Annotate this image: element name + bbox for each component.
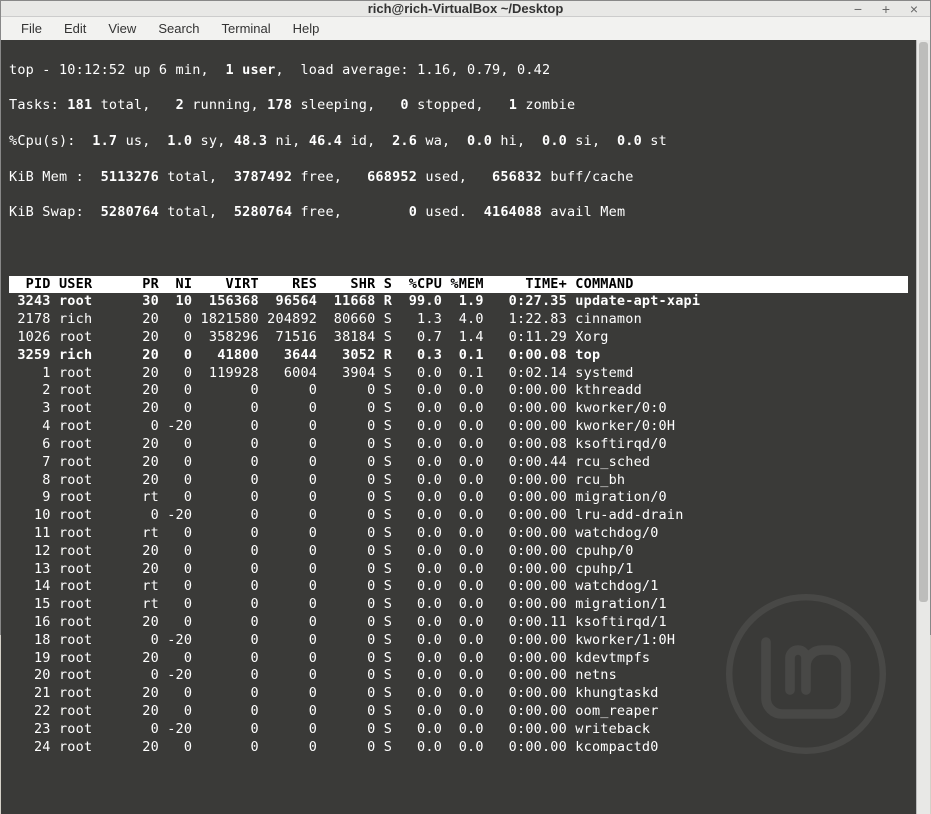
vertical-scrollbar[interactable] — [916, 40, 930, 814]
process-row: 18 root 0 -20 0 0 0 S 0.0 0.0 0:00.00 kw… — [9, 632, 908, 650]
menu-search[interactable]: Search — [148, 17, 209, 40]
close-button[interactable]: × — [904, 0, 924, 19]
top-line-swap: KiB Swap: 5280764 total, 5280764 free, 0… — [9, 204, 908, 222]
process-table-body: 3243 root 30 10 156368 96564 11668 R 99.… — [9, 293, 908, 756]
minimize-button[interactable]: − — [848, 0, 868, 19]
process-row: 7 root 20 0 0 0 0 S 0.0 0.0 0:00.44 rcu_… — [9, 454, 908, 472]
process-table-header: PID USER PR NI VIRT RES SHR S %CPU %MEM … — [9, 276, 908, 294]
process-row: 12 root 20 0 0 0 0 S 0.0 0.0 0:00.00 cpu… — [9, 543, 908, 561]
blank-line — [9, 240, 908, 258]
top-line-tasks: Tasks: 181 total, 2 running, 178 sleepin… — [9, 97, 908, 115]
scrollbar-thumb[interactable] — [919, 42, 928, 602]
process-row: 21 root 20 0 0 0 0 S 0.0 0.0 0:00.00 khu… — [9, 685, 908, 703]
process-row: 1026 root 20 0 358296 71516 38184 S 0.7 … — [9, 329, 908, 347]
window-title: rich@rich-VirtualBox ~/Desktop — [368, 1, 564, 16]
maximize-button[interactable]: + — [876, 0, 896, 19]
process-row: 6 root 20 0 0 0 0 S 0.0 0.0 0:00.08 ksof… — [9, 436, 908, 454]
process-row: 4 root 0 -20 0 0 0 S 0.0 0.0 0:00.00 kwo… — [9, 418, 908, 436]
menu-view[interactable]: View — [98, 17, 146, 40]
terminal-output[interactable]: top - 10:12:52 up 6 min, 1 user, load av… — [1, 40, 916, 814]
process-row: 3259 rich 20 0 41800 3644 3052 R 0.3 0.1… — [9, 347, 908, 365]
process-row: 3243 root 30 10 156368 96564 11668 R 99.… — [9, 293, 908, 311]
process-row: 9 root rt 0 0 0 0 S 0.0 0.0 0:00.00 migr… — [9, 489, 908, 507]
process-row: 1 root 20 0 119928 6004 3904 S 0.0 0.1 0… — [9, 365, 908, 383]
process-row: 11 root rt 0 0 0 0 S 0.0 0.0 0:00.00 wat… — [9, 525, 908, 543]
process-row: 10 root 0 -20 0 0 0 S 0.0 0.0 0:00.00 lr… — [9, 507, 908, 525]
process-row: 23 root 0 -20 0 0 0 S 0.0 0.0 0:00.00 wr… — [9, 721, 908, 739]
terminal-area: top - 10:12:52 up 6 min, 1 user, load av… — [1, 40, 930, 814]
process-row: 16 root 20 0 0 0 0 S 0.0 0.0 0:00.11 kso… — [9, 614, 908, 632]
process-row: 8 root 20 0 0 0 0 S 0.0 0.0 0:00.00 rcu_… — [9, 472, 908, 490]
menu-edit[interactable]: Edit — [54, 17, 96, 40]
menu-terminal[interactable]: Terminal — [212, 17, 281, 40]
process-row: 14 root rt 0 0 0 0 S 0.0 0.0 0:00.00 wat… — [9, 578, 908, 596]
process-row: 2 root 20 0 0 0 0 S 0.0 0.0 0:00.00 kthr… — [9, 382, 908, 400]
terminal-window: rich@rich-VirtualBox ~/Desktop − + × Fil… — [0, 0, 931, 635]
process-row: 3 root 20 0 0 0 0 S 0.0 0.0 0:00.00 kwor… — [9, 400, 908, 418]
process-row: 19 root 20 0 0 0 0 S 0.0 0.0 0:00.00 kde… — [9, 650, 908, 668]
top-line-uptime: top - 10:12:52 up 6 min, 1 user, load av… — [9, 62, 908, 80]
process-row: 20 root 0 -20 0 0 0 S 0.0 0.0 0:00.00 ne… — [9, 667, 908, 685]
process-row: 15 root rt 0 0 0 0 S 0.0 0.0 0:00.00 mig… — [9, 596, 908, 614]
menubar: File Edit View Search Terminal Help — [1, 17, 930, 40]
menu-file[interactable]: File — [11, 17, 52, 40]
window-controls: − + × — [848, 1, 924, 16]
process-row: 2178 rich 20 0 1821580 204892 80660 S 1.… — [9, 311, 908, 329]
menu-help[interactable]: Help — [283, 17, 330, 40]
top-line-mem: KiB Mem : 5113276 total, 3787492 free, 6… — [9, 169, 908, 187]
titlebar[interactable]: rich@rich-VirtualBox ~/Desktop − + × — [1, 1, 930, 17]
process-row: 13 root 20 0 0 0 0 S 0.0 0.0 0:00.00 cpu… — [9, 561, 908, 579]
top-line-cpu: %Cpu(s): 1.7 us, 1.0 sy, 48.3 ni, 46.4 i… — [9, 133, 908, 151]
process-row: 22 root 20 0 0 0 0 S 0.0 0.0 0:00.00 oom… — [9, 703, 908, 721]
process-row: 24 root 20 0 0 0 0 S 0.0 0.0 0:00.00 kco… — [9, 739, 908, 757]
